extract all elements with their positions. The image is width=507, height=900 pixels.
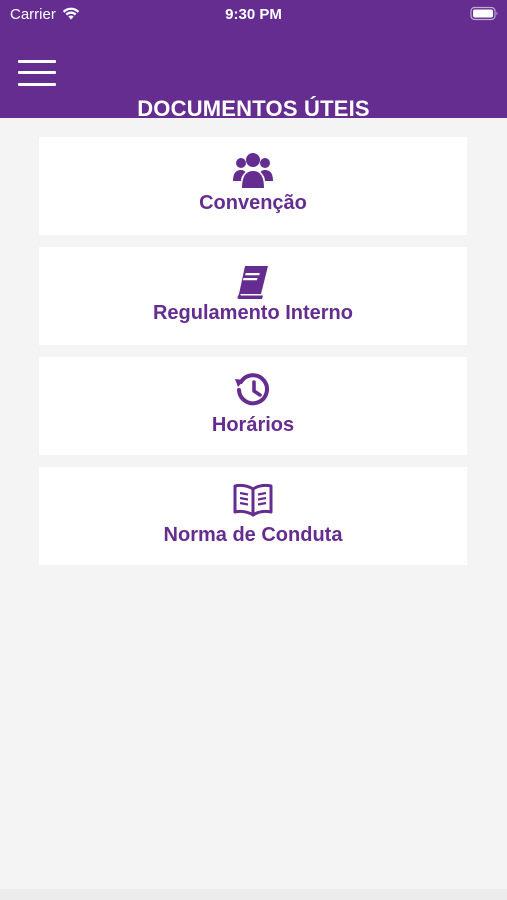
menu-button[interactable]	[17, 60, 57, 90]
history-clock-icon	[39, 371, 467, 409]
users-group-icon	[39, 151, 467, 189]
hamburger-menu-icon-line	[18, 60, 56, 63]
book-icon	[39, 263, 467, 301]
document-card-regulamento-interno[interactable]: Regulamento Interno	[39, 247, 467, 345]
document-card-label: Norma de Conduta	[163, 524, 343, 546]
bottom-bar	[0, 889, 507, 900]
header-bar: Carrier 9:30 PM DOCUMENTOS ÚTEIS	[0, 0, 507, 118]
status-bar: Carrier 9:30 PM	[0, 0, 507, 28]
hamburger-menu-icon-line	[18, 71, 56, 74]
document-card-label: Regulamento Interno	[152, 302, 353, 324]
page-title: DOCUMENTOS ÚTEIS	[137, 96, 370, 118]
document-card-convencao[interactable]: Convenção	[39, 137, 467, 235]
status-time: 9:30 PM	[225, 6, 282, 23]
document-card-label: Convenção	[199, 192, 307, 214]
hamburger-menu-icon-line	[18, 83, 56, 86]
battery-icon	[470, 6, 498, 21]
document-card-norma-de-conduta[interactable]: Norma de Conduta	[39, 467, 467, 565]
open-book-icon	[39, 481, 467, 519]
document-card-horarios[interactable]: Horários	[39, 357, 467, 455]
document-card-label: Horários	[211, 414, 295, 436]
